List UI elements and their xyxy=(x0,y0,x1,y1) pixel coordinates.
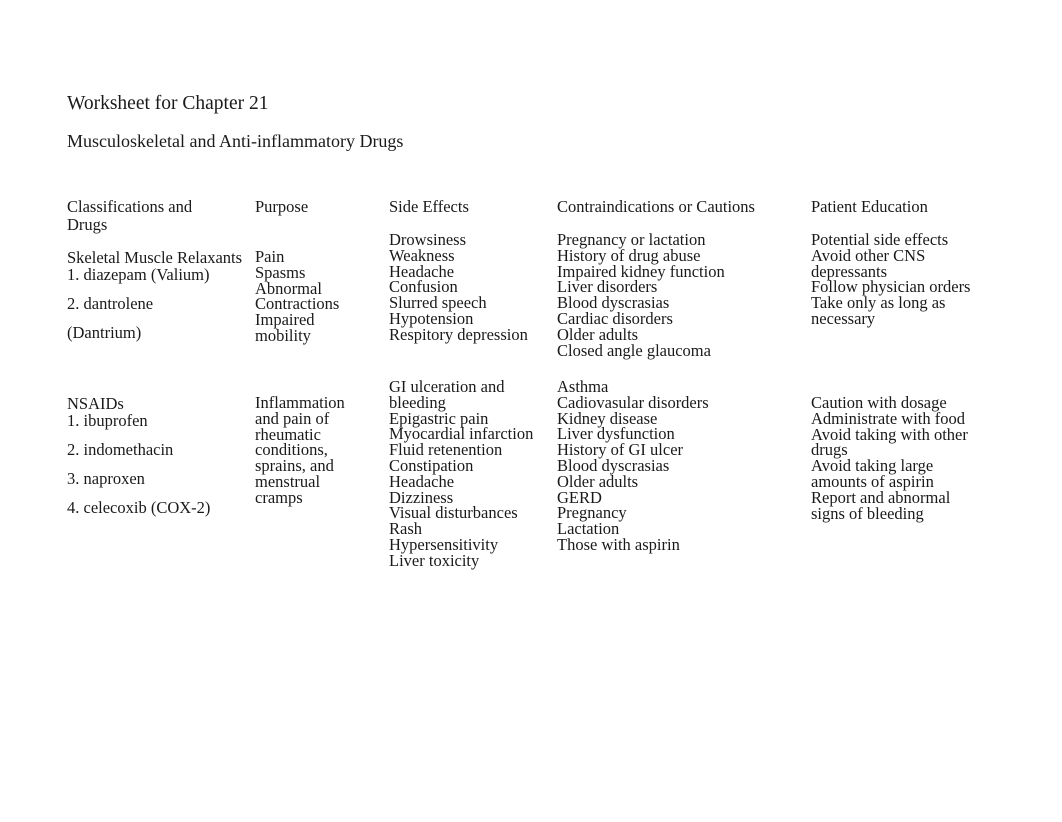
column-header-patient-education: Patient Education xyxy=(811,197,928,216)
patient-education-item: signs of bleeding xyxy=(811,503,924,523)
list-item: (Dantrium) xyxy=(67,323,142,342)
patient-education-item: necessary xyxy=(811,308,876,328)
contraindication-item: Closed angle glaucoma xyxy=(557,340,711,360)
table-row-2-side-effects-cell: GI ulceration and bleeding Epigastric pa… xyxy=(389,378,555,570)
list-item: 4. celecoxib (COX-2) xyxy=(67,498,211,517)
page-subtitle: Musculoskeletal and Anti-inflammatory Dr… xyxy=(67,131,404,151)
column-header-contraindications-or-cautions: Contraindications or Cautions xyxy=(557,197,755,216)
purpose-line: cramps xyxy=(255,487,303,507)
worksheet-page: Worksheet for Chapter 21 Musculoskeletal… xyxy=(0,0,1062,822)
drug-list: 1. ibuprofen 2. indomethacin 3. naproxen… xyxy=(67,412,247,516)
table-row-2-patient-education-cell: Caution with dosage Administrate with fo… xyxy=(811,394,1001,523)
table-row-1-classification-cell: Skeletal Muscle Relaxants 1. diazepam (V… xyxy=(67,249,247,341)
drug-list: 1. diazepam (Valium) 2. dantrolene (Dant… xyxy=(67,266,247,341)
list-item: 1. ibuprofen xyxy=(67,411,148,430)
table-row-1-contraindications-cell: Pregnancy or lactation History of drug a… xyxy=(557,231,807,360)
table-row-2-contraindications-cell: Asthma Cadiovasular disorders Kidney dis… xyxy=(557,378,807,554)
page-title: Worksheet for Chapter 21 xyxy=(67,93,269,114)
table-row-2-classification-cell: NSAIDs 1. ibuprofen 2. indomethacin 3. n… xyxy=(67,395,247,516)
contraindication-item: Those with aspirin xyxy=(557,534,680,554)
table-row-1-side-effects-cell: Drowsiness Weakness Headache Confusion S… xyxy=(389,231,555,344)
side-effect-item: Liver toxicity xyxy=(389,550,480,570)
list-item: 2. dantrolene xyxy=(67,294,154,313)
list-item: 3. naproxen xyxy=(67,469,145,488)
column-header-purpose: Purpose xyxy=(255,197,309,216)
column-header-side-effects: Side Effects xyxy=(389,197,469,216)
drug-class-name: Skeletal Muscle Relaxants xyxy=(67,248,243,267)
column-header-classifications-and-drugs: Classifications and Drugs xyxy=(67,197,193,234)
table-row-1-purpose-cell: Pain Spasms Abnormal Contractions Impair… xyxy=(255,248,383,345)
list-item: 1. diazepam (Valium) xyxy=(67,265,210,284)
purpose-line: mobility xyxy=(255,325,311,345)
list-item: 2. indomethacin xyxy=(67,440,174,459)
table-row-1-patient-education-cell: Potential side effects Avoid other CNS d… xyxy=(811,231,1001,328)
side-effect-item: Respitory depression xyxy=(389,324,528,344)
drug-class-name: NSAIDs xyxy=(67,394,124,413)
table-row-2-purpose-cell: Inflammation and pain of rheumatic condi… xyxy=(255,394,383,507)
